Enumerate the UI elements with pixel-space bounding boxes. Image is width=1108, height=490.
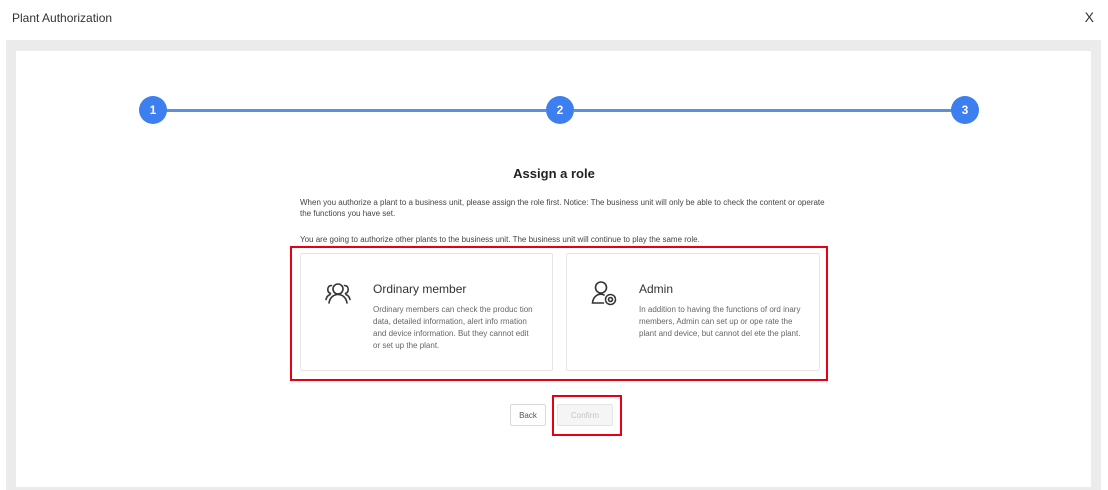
highlight-role-options (290, 246, 828, 381)
stepper: 1 2 3 (0, 0, 1108, 140)
authorize-info-text: You are going to authorize other plants … (300, 235, 700, 244)
step-3-circle: 3 (951, 96, 979, 124)
page-title: Assign a role (513, 166, 595, 181)
step-connector-2 (574, 109, 952, 112)
back-button[interactable]: Back (510, 404, 546, 426)
step-1-circle: 1 (139, 96, 167, 124)
step-connector-1 (166, 109, 546, 112)
step-2-circle: 2 (546, 96, 574, 124)
highlight-confirm-button (552, 395, 622, 436)
role-notice-text: When you authorize a plant to a business… (300, 198, 825, 218)
